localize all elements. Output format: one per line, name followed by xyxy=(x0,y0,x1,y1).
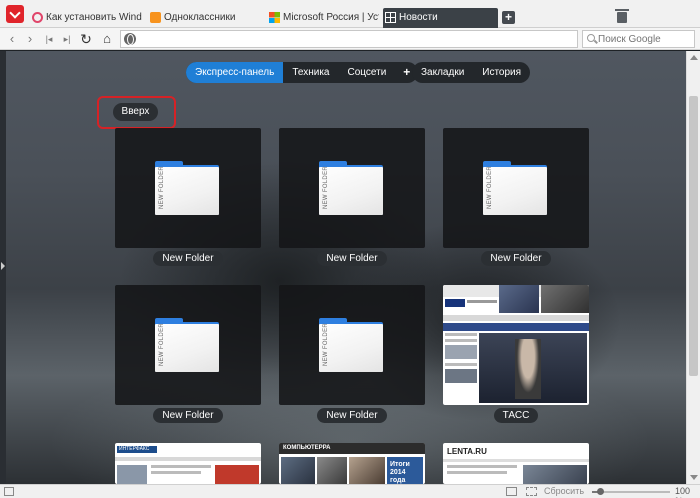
speed-dial-grid-icon xyxy=(385,12,396,23)
back-icon[interactable]: ‹ xyxy=(4,31,20,47)
zoom-level: 100 % xyxy=(675,486,691,498)
tab-news[interactable]: Новости xyxy=(383,8,498,28)
odnoklassniki-icon xyxy=(150,12,161,23)
bookmarks-tab[interactable]: Закладки xyxy=(412,62,473,83)
tab-title: Новости xyxy=(399,12,438,23)
history-tab[interactable]: История xyxy=(473,62,530,83)
tab-title: Одноклассники xyxy=(164,12,236,23)
tab-bar: Как установить Windows 7 Одноклассники M… xyxy=(0,0,700,28)
search-field[interactable] xyxy=(582,30,695,48)
tab-title: Microsoft Россия | Устройс xyxy=(283,12,379,23)
folder-icon: NEW FOLDER xyxy=(155,161,219,215)
tab-favicon-icon xyxy=(32,12,43,23)
speed-dial-tile[interactable]: NEW FOLDER xyxy=(115,128,261,248)
tab-odnoklassniki[interactable]: Одноклассники xyxy=(148,8,258,28)
microsoft-icon xyxy=(269,12,280,23)
address-toolbar: ‹ › |◂ ▸| ↻ ⌂ xyxy=(0,28,700,50)
site-thumbnail: ИНТЕРФАКС xyxy=(115,443,261,484)
folder-icon: NEW FOLDER xyxy=(483,161,547,215)
speed-dial-tile[interactable]: NEW FOLDER xyxy=(115,285,261,405)
speed-dial-tile-computerra[interactable]: КОМПЬЮТЕРРА Итоги 2014 года xyxy=(279,443,425,484)
tile-label: New Folder xyxy=(279,251,425,266)
reload-icon[interactable]: ↻ xyxy=(78,31,94,47)
zoom-slider[interactable] xyxy=(592,488,670,495)
search-icon xyxy=(587,34,595,42)
site-thumbnail xyxy=(443,285,589,405)
tab-title: Как установить Windows 7 xyxy=(46,12,142,23)
tile-label: New Folder xyxy=(279,408,425,423)
panel-toggle-arrow-icon xyxy=(1,262,5,270)
group-socseti[interactable]: Соцсети xyxy=(338,62,395,83)
speed-dial-tile[interactable]: NEW FOLDER xyxy=(279,128,425,248)
zoom-slider-knob[interactable] xyxy=(596,488,604,495)
tab-microsoft[interactable]: Microsoft Россия | Устройс xyxy=(267,8,379,28)
speed-dial-tile[interactable]: NEW FOLDER xyxy=(443,128,589,248)
vertical-scrollbar[interactable] xyxy=(686,51,700,484)
scroll-up-icon[interactable] xyxy=(690,55,698,60)
speed-dial-group-nav: Экспресс-панель Техника Соцсети + xyxy=(186,62,419,83)
up-button[interactable]: Вверх xyxy=(113,103,158,121)
trash-icon[interactable] xyxy=(615,9,629,23)
group-express-panel[interactable]: Экспресс-панель xyxy=(186,62,284,83)
panel-toggle-icon[interactable] xyxy=(4,487,14,496)
address-field[interactable] xyxy=(120,30,578,48)
rewind-icon[interactable]: |◂ xyxy=(41,31,57,47)
panel-toggle[interactable] xyxy=(0,51,6,484)
tile-label: New Folder xyxy=(115,408,261,423)
image-toggle-icon[interactable] xyxy=(506,487,517,496)
folder-icon: NEW FOLDER xyxy=(319,318,383,372)
home-icon[interactable]: ⌂ xyxy=(99,31,115,47)
speed-dial-tile[interactable]: NEW FOLDER xyxy=(279,285,425,405)
folder-icon: NEW FOLDER xyxy=(155,318,219,372)
folder-icon: NEW FOLDER xyxy=(319,161,383,215)
tab-how-to-install-windows[interactable]: Как установить Windows 7 xyxy=(30,8,142,28)
secondary-nav: Закладки История xyxy=(412,62,531,83)
fast-forward-icon[interactable]: ▸| xyxy=(59,31,75,47)
speed-dial-tile-interfax[interactable]: ИНТЕРФАКС xyxy=(115,443,261,484)
page-actions-icon[interactable] xyxy=(526,487,537,496)
group-technika[interactable]: Техника xyxy=(283,62,338,83)
scroll-down-icon[interactable] xyxy=(690,475,698,480)
speed-dial-tile-tass[interactable] xyxy=(443,285,589,405)
reset-zoom-button[interactable]: Сбросить xyxy=(544,486,584,496)
site-thumbnail: LENTA.RU xyxy=(443,443,589,484)
tile-label: New Folder xyxy=(115,251,261,266)
vivaldi-logo-icon[interactable] xyxy=(6,5,24,23)
search-input[interactable] xyxy=(598,32,692,46)
forward-icon[interactable]: › xyxy=(22,31,38,47)
globe-icon xyxy=(124,33,136,45)
tile-label: ТАСС xyxy=(443,408,589,423)
status-bar: Сбросить 100 % xyxy=(0,484,700,498)
tile-label: New Folder xyxy=(443,251,589,266)
new-tab-button[interactable]: + xyxy=(502,11,515,24)
speed-dial-tile-lenta[interactable]: LENTA.RU xyxy=(443,443,589,484)
site-thumbnail: КОМПЬЮТЕРРА Итоги 2014 года xyxy=(279,443,425,484)
scroll-thumb[interactable] xyxy=(689,96,698,376)
